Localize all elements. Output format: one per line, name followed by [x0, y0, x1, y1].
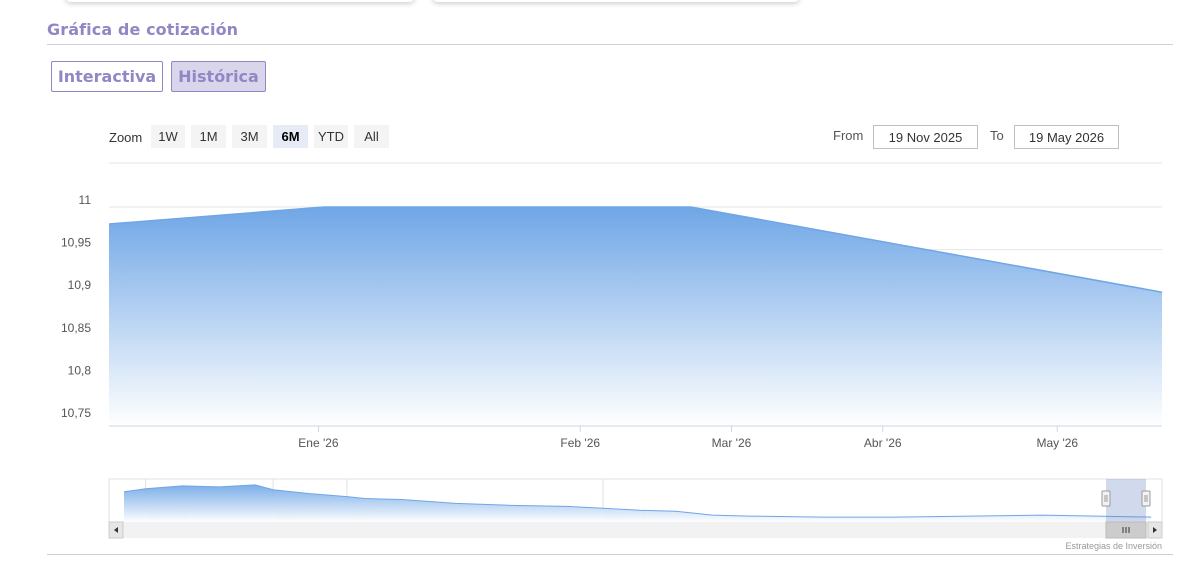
navigator-handle-right[interactable]: [1141, 490, 1151, 507]
navigator-selection[interactable]: [1106, 479, 1146, 522]
scrollbar-left-arrow[interactable]: [108, 521, 124, 539]
x-tick-label: Feb '26: [560, 436, 600, 450]
navigator-handle-left[interactable]: [1101, 490, 1111, 507]
price-chart: 11 10,95 10,9 10,85 10,8 10,75 Ene '26 Feb '26 M…: [61, 162, 1163, 551]
y-tick-label: 10,9: [68, 278, 92, 292]
y-tick-label: 10,85: [61, 321, 91, 335]
y-tick-label: 10,95: [61, 236, 91, 250]
bottom-divider: [47, 554, 1173, 555]
y-tick-label: 10,8: [68, 363, 92, 377]
scrollbar-thumb[interactable]: [1105, 521, 1147, 539]
x-tick-label: May '26: [1036, 436, 1078, 450]
y-tick-label: 10,75: [61, 406, 91, 420]
credit-text[interactable]: Estrategias de Inversión: [1065, 541, 1162, 551]
scrollbar-track[interactable]: [109, 522, 1162, 538]
x-tick-label: Mar '26: [712, 436, 752, 450]
scrollbar-right-arrow[interactable]: [1147, 521, 1163, 539]
x-tick-label: Ene '26: [298, 436, 339, 450]
x-tick-label: Abr '26: [864, 436, 902, 450]
y-tick-label: 11: [79, 193, 92, 207]
price-area: [109, 207, 1162, 426]
